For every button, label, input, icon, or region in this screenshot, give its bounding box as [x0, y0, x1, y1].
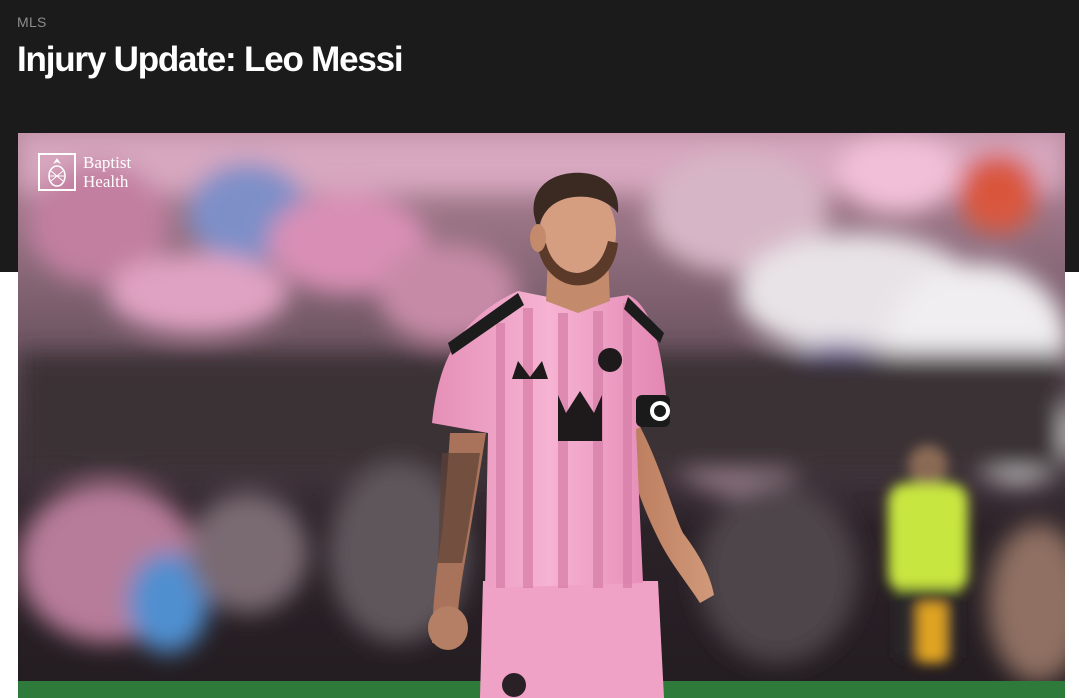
sponsor-name: Baptist Health: [83, 153, 132, 191]
pineapple-icon: [38, 153, 76, 191]
player-photo: [18, 133, 1065, 698]
category-link[interactable]: MLS: [17, 14, 47, 30]
article-headline: Injury Update: Leo Messi: [17, 40, 404, 79]
club-crest-icon: [598, 348, 622, 372]
sponsor-logo: Baptist Health: [38, 153, 163, 191]
hero-image: Baptist Health: [18, 133, 1065, 698]
article-page: MLS Injury Update: Leo Messi Baptist Hea…: [0, 0, 1079, 698]
